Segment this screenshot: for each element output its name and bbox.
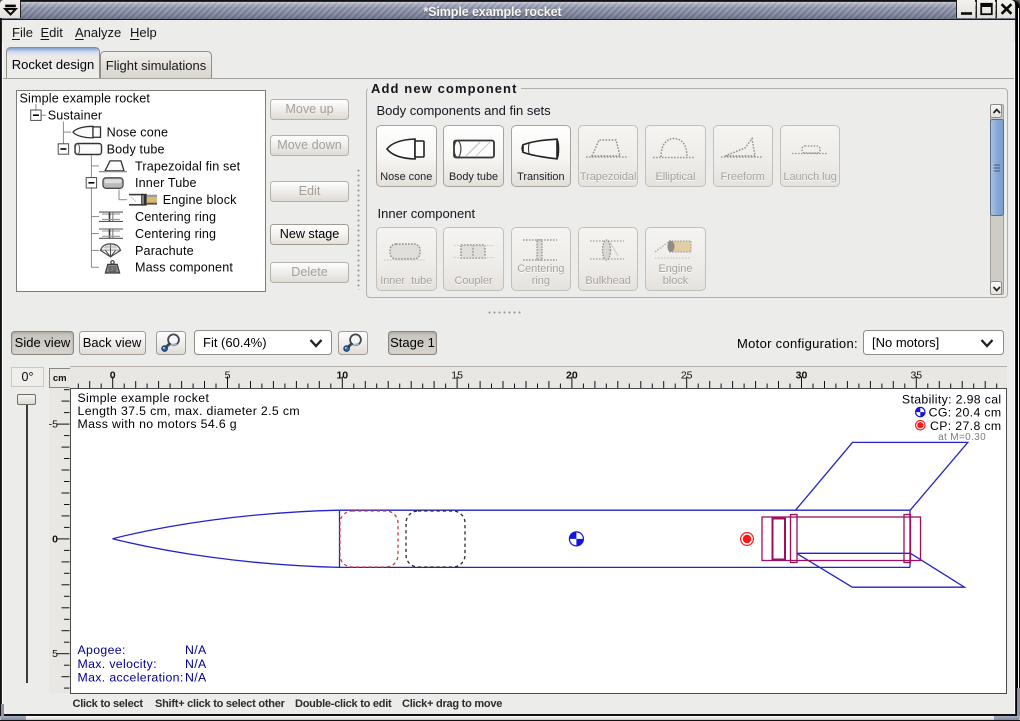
svg-text:Centering ring: Centering ring — [135, 227, 216, 241]
svg-text:Length 37.5 cm, max. diameter: Length 37.5 cm, max. diameter 2.5 cm — [77, 404, 299, 418]
svg-text:-5: -5 — [49, 419, 58, 431]
svg-text:Trapezoidal fin set: Trapezoidal fin set — [135, 159, 241, 173]
svg-text:Body tube: Body tube — [107, 142, 165, 156]
svg-text:CG: 20.4 cm: CG: 20.4 cm — [928, 406, 1001, 420]
svg-text:N/A: N/A — [185, 670, 207, 684]
svg-text:Max. acceleration:: Max. acceleration: — [77, 670, 183, 684]
svg-text:20: 20 — [566, 370, 578, 382]
svg-text:Simple example rocket: Simple example rocket — [77, 391, 209, 405]
svg-text:30: 30 — [795, 370, 807, 382]
svg-text:Inner Tube: Inner Tube — [135, 176, 197, 190]
svg-text:25: 25 — [680, 370, 692, 382]
svg-text:Max. velocity:: Max. velocity: — [77, 657, 156, 671]
svg-text:Nose cone: Nose cone — [107, 126, 169, 140]
svg-text:Sustainer: Sustainer — [48, 109, 103, 123]
svg-text:35: 35 — [910, 370, 922, 382]
svg-text:kg: kg — [110, 267, 116, 273]
svg-text:Centering ring: Centering ring — [135, 210, 216, 224]
svg-text:Simple example rocket: Simple example rocket — [20, 92, 151, 106]
svg-text:10: 10 — [336, 370, 348, 382]
svg-text:0: 0 — [109, 370, 115, 382]
svg-text:Apogee:: Apogee: — [77, 643, 125, 657]
svg-text:15: 15 — [451, 370, 463, 382]
svg-text:5: 5 — [224, 370, 230, 382]
svg-text:5: 5 — [52, 648, 58, 660]
svg-text:Parachute: Parachute — [135, 244, 194, 258]
svg-text:at M=0.30: at M=0.30 — [938, 432, 986, 443]
svg-text:Mass component: Mass component — [135, 261, 233, 275]
svg-text:Engine block: Engine block — [163, 193, 237, 207]
svg-text:0: 0 — [52, 533, 58, 545]
svg-text:N/A: N/A — [185, 657, 207, 671]
svg-text:CP: 27.8 cm: CP: 27.8 cm — [929, 419, 1001, 433]
svg-text:Mass with no motors 54.6 g: Mass with no motors 54.6 g — [77, 417, 236, 431]
svg-text:N/A: N/A — [185, 643, 207, 657]
svg-text:Stability: 2.98 cal: Stability: 2.98 cal — [901, 393, 1001, 407]
